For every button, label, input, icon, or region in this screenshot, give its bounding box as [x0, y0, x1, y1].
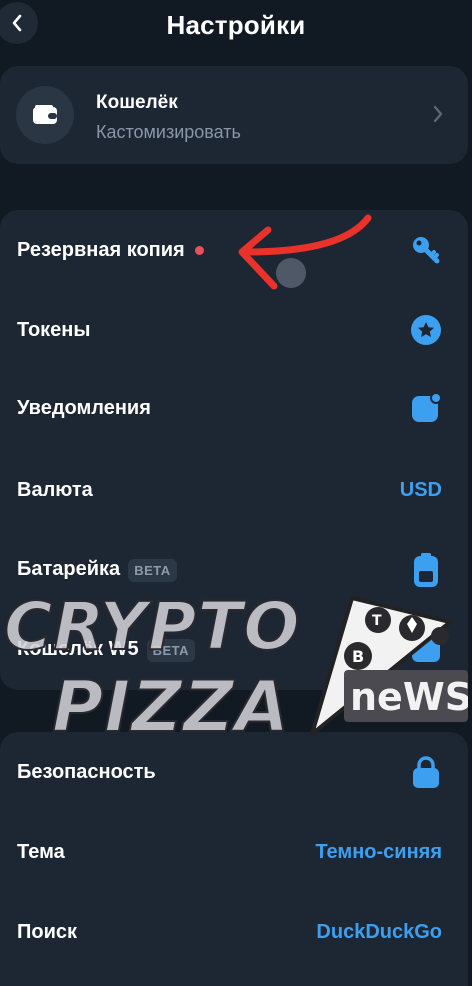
chevron-right-icon — [433, 105, 443, 123]
key-icon — [410, 234, 442, 266]
row-security[interactable]: Безопасность — [0, 732, 468, 812]
row-search-value: DuckDuckGo — [316, 920, 442, 943]
beta-badge: BETA — [128, 558, 177, 582]
notification-square-icon — [410, 392, 442, 424]
row-wallet-w5-label: Кошелёк W5 — [17, 638, 139, 661]
row-currency[interactable]: Валюта USD — [0, 450, 468, 530]
row-theme[interactable]: Тема Темно-синяя — [0, 812, 468, 892]
beta-badge: BETA — [146, 638, 196, 662]
battery-icon — [410, 553, 442, 587]
wallet-icon — [33, 105, 57, 124]
row-theme-value: Темно-синяя — [315, 840, 442, 863]
row-notifications-label: Уведомления — [17, 396, 151, 419]
settings-group-secondary: Безопасность Тема Темно-синяя Поиск Duck… — [0, 732, 468, 986]
wallet-w5-icon — [410, 634, 442, 666]
row-backup-label: Резервная копия — [17, 238, 185, 261]
row-currency-label: Валюта — [17, 478, 93, 501]
row-battery[interactable]: Батарейка BETA — [0, 530, 468, 610]
wallet-text: Кошелёк Кастомизировать — [96, 92, 241, 143]
wallet-subtitle: Кастомизировать — [96, 122, 241, 142]
notification-dot — [194, 245, 204, 255]
wallet-icon-wrap — [16, 86, 74, 144]
wallet-card[interactable]: Кошелёк Кастомизировать — [0, 66, 468, 164]
star-circle-icon — [410, 314, 442, 346]
row-theme-label: Тема — [17, 840, 65, 863]
row-battery-label: Батарейка — [17, 558, 121, 581]
lock-icon — [410, 756, 442, 788]
row-tokens-label: Токены — [17, 318, 91, 341]
row-wallet-w5[interactable]: Кошелёк W5 BETA — [0, 610, 468, 690]
row-security-label: Безопасность — [17, 760, 156, 783]
header: Настройки — [0, 0, 472, 56]
touch-indicator — [276, 258, 306, 288]
row-notifications[interactable]: Уведомления — [0, 368, 468, 448]
row-search-label: Поиск — [17, 920, 78, 943]
row-search[interactable]: Поиск DuckDuckGo — [0, 892, 468, 972]
page-title: Настройки — [166, 10, 306, 40]
annotation-arrow — [238, 214, 372, 290]
wallet-title: Кошелёк — [96, 92, 178, 113]
row-currency-value: USD — [399, 478, 442, 501]
